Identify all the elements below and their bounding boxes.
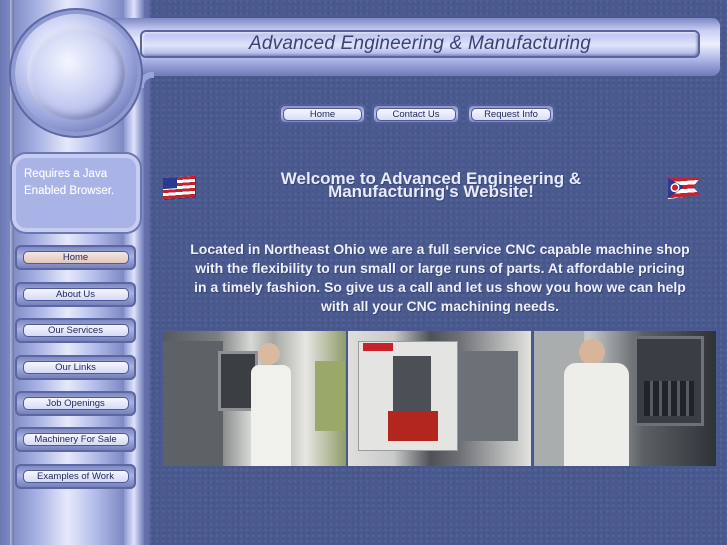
sidebar-item-our-services[interactable]: Our Services (15, 318, 136, 343)
top-nav-contact-label: Contact Us (376, 107, 456, 121)
top-nav-home-button[interactable]: Home (279, 104, 366, 124)
top-nav-home-label: Home (283, 107, 362, 121)
java-applet-placeholder: Requires a Java Enabled Browser. (16, 158, 136, 228)
sidebar-item-machinery-for-sale[interactable]: Machinery For Sale (15, 427, 136, 452)
welcome-heading: Welcome to Advanced Engineering & Manufa… (200, 170, 662, 201)
sidebar-item-label: Job Openings (22, 397, 129, 410)
sidebar-item-label: Machinery For Sale (22, 433, 129, 446)
java-notice-text: Requires a Java Enabled Browser. (24, 168, 115, 197)
sidebar-item-home[interactable]: Home (15, 245, 136, 270)
sidebar-item-label: Home (22, 251, 129, 264)
shop-photo-1 (163, 331, 346, 466)
sidebar-item-label: Examples of Work (22, 470, 129, 483)
sidebar-item-about-us[interactable]: About Us (15, 282, 136, 307)
top-nav-contact-button[interactable]: Contact Us (372, 104, 460, 124)
top-nav-request-info-label: Request Info (471, 107, 551, 121)
top-nav-request-info-button[interactable]: Request Info (467, 104, 555, 124)
sidebar-item-job-openings[interactable]: Job Openings (15, 391, 136, 416)
sidebar-item-label: Our Links (22, 361, 129, 374)
header-title-plate: Advanced Engineering & Manufacturing (140, 30, 700, 58)
shop-photo-3 (534, 331, 716, 466)
shop-photo-2 (348, 331, 531, 466)
site-title: Advanced Engineering & Manufacturing (248, 33, 592, 54)
intro-paragraph: Located in Northeast Ohio we are a full … (190, 241, 690, 314)
sidebar-item-label: Our Services (22, 324, 129, 337)
sidebar-item-label: About Us (22, 288, 129, 301)
welcome-line-2: Manufacturing's Website! (328, 182, 534, 201)
corner-orb-decoration (15, 14, 137, 132)
ohio-flag-icon (668, 176, 700, 199)
us-flag-icon (163, 175, 195, 200)
sidebar-item-examples-of-work[interactable]: Examples of Work (15, 464, 136, 489)
sidebar-item-our-links[interactable]: Our Links (15, 355, 136, 380)
